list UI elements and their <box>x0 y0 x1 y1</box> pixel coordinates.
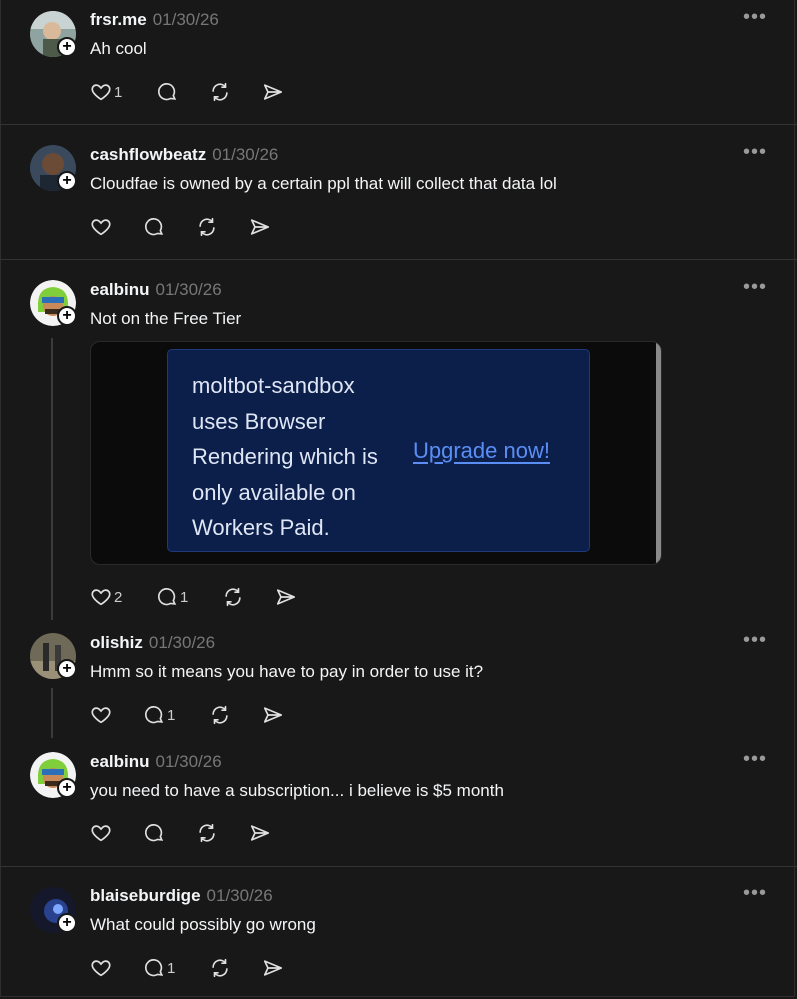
repost-button[interactable] <box>196 822 249 844</box>
repost-button[interactable] <box>196 216 249 238</box>
follow-icon[interactable]: + <box>57 171 77 191</box>
reply-count: 1 <box>167 706 176 724</box>
more-icon[interactable]: ••• <box>743 883 767 903</box>
post-text: Hmm so it means you have to pay in order… <box>90 662 484 681</box>
follow-icon[interactable]: + <box>57 306 77 326</box>
thread-line <box>51 688 53 738</box>
reply-count: 1 <box>167 959 176 977</box>
post-text: Not on the Free Tier <box>90 309 242 328</box>
comment-icon <box>144 959 164 977</box>
post-date: 01/30/26 <box>212 145 279 164</box>
divider <box>0 866 797 867</box>
share-button[interactable] <box>262 957 284 979</box>
follow-icon[interactable]: + <box>57 778 77 798</box>
reply-button[interactable]: 1 <box>143 704 209 726</box>
reply-button[interactable] <box>143 822 196 844</box>
follow-icon[interactable]: + <box>57 659 77 679</box>
like-button[interactable] <box>90 704 143 726</box>
post-text: Ah cool <box>90 39 147 58</box>
post-date: 01/30/26 <box>206 886 273 905</box>
share-button[interactable] <box>249 822 271 844</box>
more-icon[interactable]: ••• <box>743 277 767 297</box>
media-image[interactable]: moltbot-sandbox uses Browser Rendering w… <box>90 341 662 565</box>
upgrade-notice-card: moltbot-sandbox uses Browser Rendering w… <box>167 349 590 552</box>
like-button[interactable] <box>90 822 143 844</box>
comment-icon <box>144 824 164 842</box>
like-button[interactable]: 2 <box>90 586 156 608</box>
reply-button[interactable]: 1 <box>143 957 209 979</box>
username[interactable]: ealbinu 01/30/26 <box>90 280 222 300</box>
heart-icon <box>91 219 111 236</box>
repost-icon <box>199 217 215 237</box>
share-button[interactable] <box>249 216 271 238</box>
post-date: 01/30/26 <box>152 10 219 29</box>
like-count: 1 <box>114 83 123 101</box>
share-button[interactable] <box>275 586 297 608</box>
post-text: you need to have a subscription... i bel… <box>90 781 504 800</box>
repost-button[interactable] <box>209 704 262 726</box>
more-icon[interactable]: ••• <box>743 749 767 769</box>
comment-icon <box>157 83 177 101</box>
reply-button[interactable] <box>143 216 196 238</box>
reply-button[interactable] <box>156 81 209 103</box>
upgrade-notice-text: moltbot-sandbox uses Browser Rendering w… <box>192 373 378 540</box>
heart-icon <box>91 707 111 724</box>
more-icon[interactable]: ••• <box>743 7 767 27</box>
username[interactable]: olishiz 01/30/26 <box>90 633 215 653</box>
post-text: What could possibly go wrong <box>90 915 316 934</box>
share-button[interactable] <box>262 704 284 726</box>
post-date: 01/30/26 <box>155 280 222 299</box>
repost-button[interactable] <box>222 586 275 608</box>
post-date: 01/30/26 <box>148 633 216 652</box>
username[interactable]: blaiseburdige 01/30/26 <box>90 886 273 906</box>
reply-count: 1 <box>180 588 189 606</box>
upgrade-now-link: Upgrade now! <box>413 438 550 463</box>
username[interactable]: ealbinu 01/30/26 <box>90 752 222 772</box>
repost-icon <box>212 82 228 102</box>
username[interactable]: cashflowbeatz 01/30/26 <box>90 145 278 165</box>
repost-button[interactable] <box>209 81 262 103</box>
comment-icon <box>157 588 177 606</box>
send-icon <box>276 589 296 605</box>
heart-icon <box>91 84 111 101</box>
comment-icon <box>144 706 164 724</box>
repost-icon <box>199 823 215 843</box>
follow-icon[interactable]: + <box>57 37 77 57</box>
more-icon[interactable]: ••• <box>743 142 767 162</box>
post-text: Cloudfae is owned by a certain ppl that … <box>90 174 557 193</box>
like-count: 2 <box>114 588 123 606</box>
comment-icon <box>144 218 164 236</box>
like-button[interactable]: 1 <box>90 81 156 103</box>
follow-icon[interactable]: + <box>57 913 77 933</box>
share-button[interactable] <box>262 81 284 103</box>
repost-icon <box>212 705 228 725</box>
send-icon <box>250 219 270 235</box>
reply-button[interactable]: 1 <box>156 586 222 608</box>
divider <box>0 124 797 125</box>
send-icon <box>250 825 270 841</box>
send-icon <box>263 707 283 723</box>
thread-line <box>51 338 53 620</box>
send-icon <box>263 960 283 976</box>
repost-button[interactable] <box>209 957 262 979</box>
heart-icon <box>91 825 111 842</box>
media-scrollbar <box>656 342 661 564</box>
divider <box>0 259 797 260</box>
repost-icon <box>212 958 228 978</box>
repost-icon <box>225 587 241 607</box>
post-date: 01/30/26 <box>155 752 222 771</box>
heart-icon <box>91 960 111 977</box>
send-icon <box>263 84 283 100</box>
like-button[interactable] <box>90 216 143 238</box>
more-icon[interactable]: ••• <box>743 630 767 650</box>
username[interactable]: frsr.me 01/30/26 <box>90 10 219 30</box>
like-button[interactable] <box>90 957 143 979</box>
heart-icon <box>91 589 111 606</box>
